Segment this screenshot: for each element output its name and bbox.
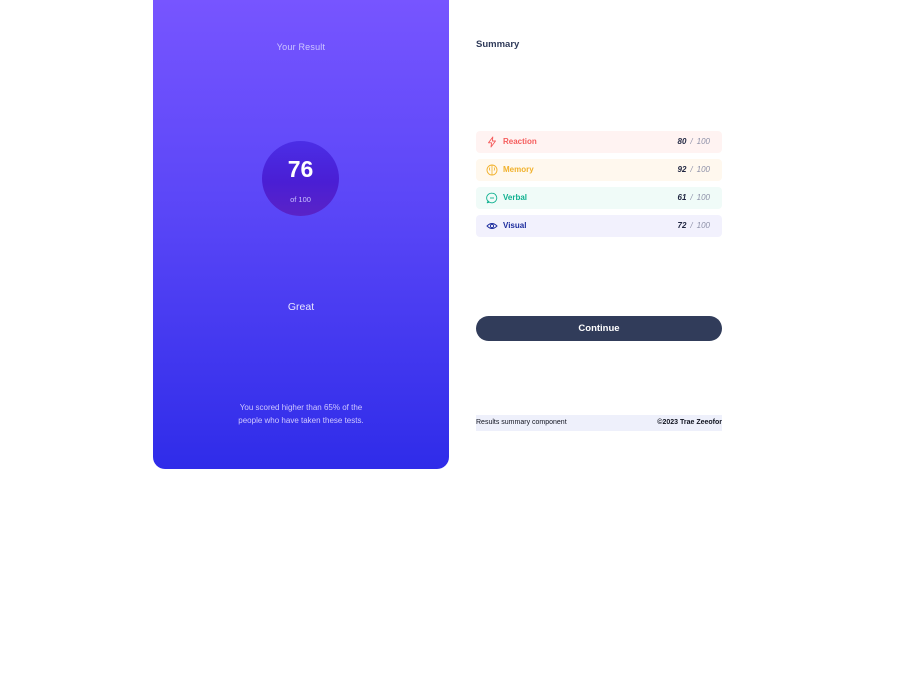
score-circle: 76 of 100 <box>262 141 339 216</box>
summary-item-score: 61/100 <box>677 193 711 202</box>
summary-item-reaction: Reaction 80/100 <box>476 131 722 153</box>
footer-title: Results summary component <box>476 419 567 426</box>
summary-item-label: Verbal <box>503 193 528 202</box>
summary-item-verbal: Verbal 61/100 <box>476 187 722 209</box>
lightning-icon <box>486 136 498 148</box>
continue-button[interactable]: Continue <box>476 316 722 341</box>
footer: Results summary component ©2023 Trae Zee… <box>476 415 722 431</box>
brain-icon <box>486 164 498 176</box>
summary-list: Reaction 80/100 Memory 92/100 Verbal 61/… <box>476 131 722 243</box>
score-max: 100 <box>696 221 710 230</box>
score-value: 76 <box>287 156 314 182</box>
footer-credit: ©2023 Trae Zeeofor <box>657 419 722 426</box>
score-max: 100 <box>696 137 710 146</box>
result-panel: Your Result 76 of 100 Great You scored h… <box>153 0 449 469</box>
summary-item-memory: Memory 92/100 <box>476 159 722 181</box>
rating-label: Great <box>287 301 315 313</box>
summary-item-visual: Visual 72/100 <box>476 215 722 237</box>
summary-item-score: 92/100 <box>677 165 711 174</box>
score-max: 100 <box>696 165 710 174</box>
summary-item-label: Reaction <box>503 137 537 146</box>
summary-item-score: 72/100 <box>677 221 711 230</box>
summary-item-score: 80/100 <box>677 137 711 146</box>
result-heading: Your Result <box>276 42 326 52</box>
speech-bubble-icon <box>486 192 498 204</box>
summary-item-label: Memory <box>503 165 534 174</box>
score-max: 100 <box>696 193 710 202</box>
summary-item-label: Visual <box>503 221 527 230</box>
eye-icon <box>486 220 498 232</box>
result-description: You scored higher than 65% of the people… <box>238 403 364 425</box>
score-of-label: of 100 <box>290 195 311 204</box>
summary-heading: Summary <box>476 39 520 50</box>
